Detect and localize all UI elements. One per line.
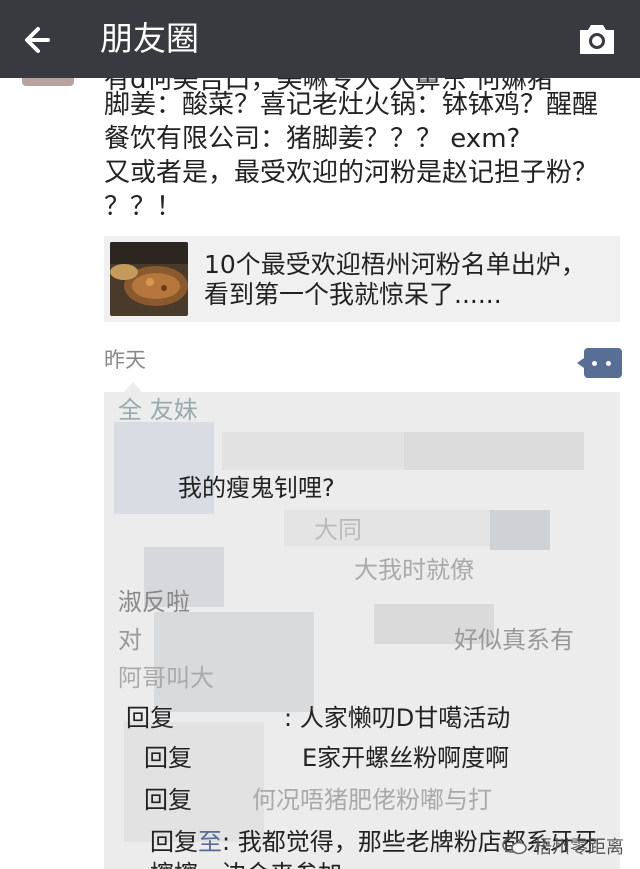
comment-text[interactable]: 我的瘦鬼钊哩? (178, 472, 335, 504)
comment-text[interactable]: 好似真系有 (454, 624, 574, 656)
post-text: 脚姜：酸菜？喜记老灶火锅：钵钵鸡？醒醒 餐饮有限公司：猪脚姜？？？ exm? 又… (104, 88, 624, 224)
article-title-line: 看到第一个我就惊呆了...... (204, 280, 502, 309)
post-line: 又或者是，最受欢迎的河粉是赵记担子粉？ (104, 158, 599, 188)
reply-line[interactable]: 回复 : 人家懒叨D甘噶活动 (126, 702, 510, 734)
post-line: ？？！ (104, 192, 183, 222)
comments-panel: 全 友妹 我的瘦鬼钊哩? 大同 大我时就僚 淑反啦 对 好似真系有 阿哥叫大 回… (104, 392, 620, 869)
reply-line[interactable]: 回复 何况唔猪肥佬粉嘟与打 (144, 784, 492, 816)
moments-feed: 有d何美吉口，美嘛专大 大鼻东 何嫲猪 脚姜：酸菜？喜记老灶火锅：钵钵鸡？醒醒 … (0, 78, 640, 869)
comment-text[interactable]: 大同 (314, 514, 362, 546)
reply-prefix: 回复 (144, 744, 192, 772)
arrow-left-icon[interactable] (18, 18, 62, 62)
page-title: 朋友圈 (100, 19, 199, 58)
reply-prefix: 回复 (126, 704, 174, 732)
reply-name[interactable]: 至 (198, 828, 222, 856)
comment-line: 全 友妹 (118, 396, 198, 424)
comment-text[interactable]: 阿哥叫大 (118, 662, 214, 694)
article-title-line: 10个最受欢迎梧州河粉名单出炉， (204, 250, 586, 279)
watermark-text: 梧州零距离 (534, 837, 624, 858)
comment-menu-icon[interactable] (577, 348, 622, 378)
article-thumbnail (110, 242, 188, 316)
mosaic-patch (404, 432, 584, 470)
mosaic-patch (124, 722, 264, 842)
reply-line-cont: 擦擦，边会来参加。 (150, 858, 366, 869)
top-bar: 朋友圈 (0, 0, 640, 78)
watermark: 梧州零距离 (502, 833, 624, 859)
reply-text: : 人家懒叨D甘噶活动 (284, 704, 511, 732)
post-line: 餐饮有限公司：猪脚姜？？？ exm? (104, 124, 521, 154)
post-time: 昨天 (104, 348, 146, 372)
comment-pointer (124, 382, 142, 392)
article-title: 10个最受欢迎梧州河粉名单出炉， 看到第一个我就惊呆了...... (204, 250, 586, 310)
reply-text: 何况唔猪肥佬粉嘟与打 (252, 786, 492, 814)
reply-prefix: 回复 (150, 828, 198, 856)
comment-text[interactable]: 大我时就僚 (354, 554, 474, 586)
reply-line[interactable]: 回复 E家开螺丝粉啊度啊 (144, 742, 509, 774)
avatar[interactable] (22, 78, 74, 86)
reply-prefix: 回复 (144, 786, 192, 814)
wechat-icon (502, 837, 527, 855)
camera-icon[interactable] (576, 20, 618, 58)
comment-text[interactable]: 对 (118, 624, 142, 656)
comment-text[interactable]: 淑反啦 (118, 586, 190, 618)
post-line: 脚姜：酸菜？喜记老灶火锅：钵钵鸡？醒醒 (104, 90, 599, 120)
reply-text: E家开螺丝粉啊度啊 (302, 744, 510, 772)
mosaic-patch (490, 510, 550, 550)
shared-article-link[interactable]: 10个最受欢迎梧州河粉名单出炉， 看到第一个我就惊呆了...... (104, 236, 620, 322)
